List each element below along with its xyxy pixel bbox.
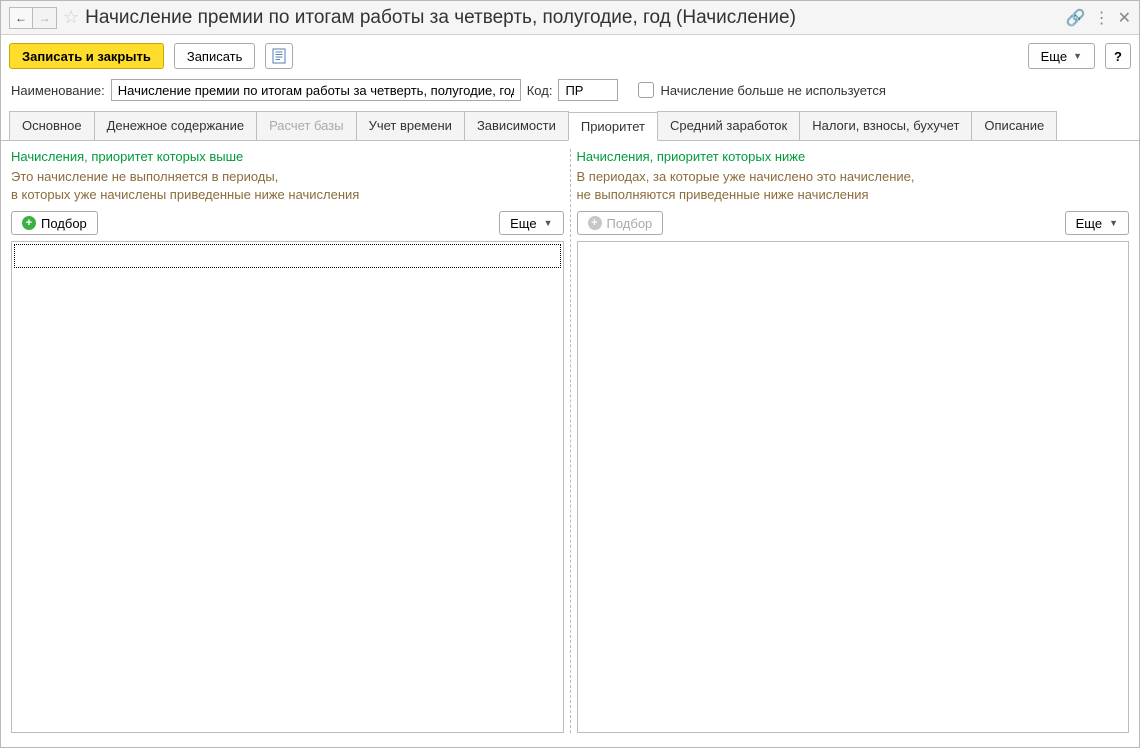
lower-toolbar: + Подбор Еще ▼: [577, 211, 1130, 235]
link-icon[interactable]: 🔗: [1066, 8, 1086, 28]
titlebar: ← → ☆ Начисление премии по итогам работы…: [1, 1, 1139, 35]
form-row: Наименование: Код: Начисление больше не …: [1, 79, 1139, 111]
pane-divider: [570, 149, 571, 733]
tab-tax[interactable]: Налоги, взносы, бухучет: [799, 111, 972, 140]
higher-pick-label: Подбор: [41, 216, 87, 231]
kebab-menu-icon[interactable]: ⋮: [1094, 8, 1110, 28]
titlebar-right: 🔗 ⋮ ✕: [1066, 8, 1131, 28]
arrow-right-icon: →: [39, 11, 51, 25]
lower-more-label: Еще: [1076, 216, 1102, 231]
close-icon[interactable]: ✕: [1118, 8, 1131, 28]
higher-heading: Начисления, приоритет которых выше: [11, 149, 564, 164]
tab-main[interactable]: Основное: [9, 111, 95, 140]
lower-priority-pane: Начисления, приоритет которых ниже В пер…: [577, 149, 1130, 733]
document-icon: [272, 48, 286, 64]
tab-basecalc[interactable]: Расчет базы: [256, 111, 357, 140]
higher-note-line1: Это начисление не выполняется в периоды,: [11, 168, 564, 186]
save-button[interactable]: Записать: [174, 43, 256, 69]
higher-list[interactable]: [11, 241, 564, 733]
higher-pick-button[interactable]: + Подбор: [11, 211, 98, 235]
help-button[interactable]: ?: [1105, 43, 1131, 69]
tab-money[interactable]: Денежное содержание: [94, 111, 257, 140]
lower-pick-label: Подбор: [607, 216, 653, 231]
list-row-selected[interactable]: [14, 244, 561, 268]
lower-note-line2: не выполняются приведенные ниже начислен…: [577, 186, 1130, 204]
chevron-down-icon: ▼: [1109, 218, 1118, 228]
not-used-checkbox[interactable]: [638, 82, 654, 98]
chevron-down-icon: ▼: [1073, 51, 1082, 61]
higher-priority-pane: Начисления, приоритет которых выше Это н…: [11, 149, 564, 733]
plus-icon: +: [588, 216, 602, 230]
name-input[interactable]: [111, 79, 521, 101]
tab-desc[interactable]: Описание: [971, 111, 1057, 140]
lower-list[interactable]: [577, 241, 1130, 733]
more-label: Еще: [1041, 49, 1067, 64]
tab-deps[interactable]: Зависимости: [464, 111, 569, 140]
tab-avg[interactable]: Средний заработок: [657, 111, 800, 140]
lower-pick-button[interactable]: + Подбор: [577, 211, 664, 235]
chevron-down-icon: ▼: [544, 218, 553, 228]
arrow-left-icon: ←: [15, 11, 27, 25]
nav-back-button[interactable]: ←: [9, 7, 33, 29]
priority-panes: Начисления, приоритет которых выше Это н…: [1, 141, 1139, 743]
higher-more-label: Еще: [510, 216, 536, 231]
tabs: Основное Денежное содержание Расчет базы…: [1, 111, 1139, 141]
save-and-close-button[interactable]: Записать и закрыть: [9, 43, 164, 69]
higher-toolbar: + Подбор Еще ▼: [11, 211, 564, 235]
not-used-label: Начисление больше не используется: [660, 83, 885, 98]
tab-time[interactable]: Учет времени: [356, 111, 465, 140]
higher-more-button[interactable]: Еще ▼: [499, 211, 563, 235]
name-label: Наименование:: [11, 83, 105, 98]
window-title: Начисление премии по итогам работы за че…: [85, 7, 1066, 29]
lower-note: В периодах, за которые уже начислено это…: [577, 168, 1130, 203]
higher-note: Это начисление не выполняется в периоды,…: [11, 168, 564, 203]
lower-heading: Начисления, приоритет которых ниже: [577, 149, 1130, 164]
document-button[interactable]: [265, 43, 293, 69]
main-toolbar: Записать и закрыть Записать Еще ▼ ?: [1, 35, 1139, 79]
plus-icon: +: [22, 216, 36, 230]
favorite-star-icon[interactable]: ☆: [63, 7, 79, 28]
code-input[interactable]: [558, 79, 618, 101]
tab-priority[interactable]: Приоритет: [568, 112, 658, 141]
nav-forward-button[interactable]: →: [33, 7, 57, 29]
more-button[interactable]: Еще ▼: [1028, 43, 1095, 69]
code-label: Код:: [527, 83, 553, 98]
lower-more-button[interactable]: Еще ▼: [1065, 211, 1129, 235]
lower-note-line1: В периодах, за которые уже начислено это…: [577, 168, 1130, 186]
higher-note-line2: в которых уже начислены приведенные ниже…: [11, 186, 564, 204]
